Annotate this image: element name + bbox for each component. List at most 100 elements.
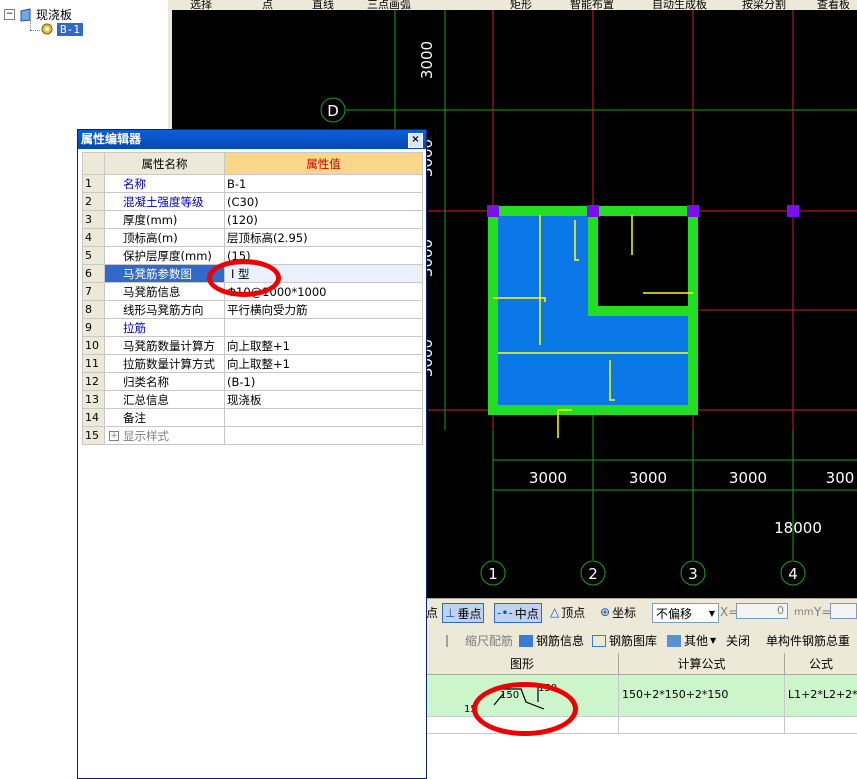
prop-value[interactable] — [224, 408, 423, 427]
snap-coord-button[interactable]: ⊕ 坐标 — [600, 603, 636, 621]
table-row[interactable]: 15 + 显示样式 — [82, 426, 423, 445]
panel-titlebar[interactable]: 属性编辑器 × — [78, 130, 426, 149]
snap-mid-button[interactable]: -•- 中点 — [494, 603, 542, 623]
collapse-icon[interactable]: − — [4, 9, 15, 20]
svg-text:3000: 3000 — [418, 41, 436, 79]
prop-value[interactable]: 层顶标高(2.95) — [224, 228, 423, 247]
col-header-formula[interactable]: 计算公式 — [619, 653, 785, 675]
rebar-toolbar: 缩尺配筋 钢筋信息 钢筋图库 其他 ▼ 关闭 单构件钢筋总重 — [426, 625, 857, 654]
gear-icon — [41, 23, 53, 35]
property-editor-panel: 属性编辑器 × 属性名称 属性值 1 名称 B-1 2 混凝土强度等级 (C30) 3厚… — [77, 129, 427, 779]
table-header: 属性名称 属性值 — [82, 152, 423, 175]
svg-text:3: 3 — [688, 565, 698, 583]
expand-icon[interactable]: + — [109, 431, 119, 441]
prop-name: 拉筋数量计算方式 — [104, 354, 225, 373]
empty-cell[interactable] — [619, 717, 785, 734]
svg-text:D: D — [327, 102, 339, 120]
x-input[interactable]: 0 — [736, 603, 788, 619]
cell-formula-desc[interactable]: L1+2*L2+2*L3 — [785, 675, 857, 717]
prop-name: 归类名称 — [104, 372, 225, 391]
property-table: 属性名称 属性值 1 名称 B-1 2 混凝土强度等级 (C30) 3 厚度(mm) (12… — [82, 152, 423, 445]
svg-text:18000: 18000 — [774, 519, 822, 537]
prop-value[interactable]: (C30) — [224, 192, 423, 211]
rebar-info-icon — [519, 634, 533, 647]
prop-name: 汇总信息 — [104, 390, 225, 409]
empty-cell[interactable] — [785, 717, 857, 734]
library-icon — [592, 634, 606, 647]
panel-title: 属性编辑器 — [81, 132, 142, 146]
other-menu-button[interactable]: 其他 ▼ — [667, 632, 716, 649]
table-row[interactable]: 14 备注 — [82, 408, 423, 427]
prop-name: 拉筋 — [104, 318, 225, 337]
dropdown-arrow-icon: ▼ — [708, 608, 715, 618]
svg-text:300: 300 — [826, 469, 855, 487]
col-header-name[interactable]: 属性名称 — [104, 152, 225, 175]
table-row[interactable]: 12 归类名称 (B-1) — [82, 372, 423, 391]
snap-toolbar: 点 ⊥ 垂点 -•- 中点 △ 顶点 ⊕ 坐标 不偏移 ▼ X= 0 mm Y= — [426, 598, 857, 625]
prop-name: 厚度(mm) — [104, 210, 225, 229]
prop-name: 名称 — [104, 174, 225, 193]
prop-name: 保护层厚度(mm) — [104, 246, 225, 265]
close-icon[interactable]: × — [408, 133, 423, 148]
table-row[interactable]: 1 名称 B-1 — [82, 174, 423, 193]
tree-child-label: B-1 — [57, 22, 83, 36]
rebar-info-button[interactable]: 钢筋信息 — [519, 632, 584, 649]
cell-formula[interactable]: 150+2*150+2*150 — [619, 675, 785, 717]
table-row[interactable]: 4 顶标高(m) 层顶标高(2.95) — [82, 228, 423, 247]
scale-rebar-button[interactable]: 缩尺配筋 — [446, 632, 513, 649]
axis-numbers: 1 2 3 4 — [480, 560, 806, 586]
table-row[interactable]: 2 混凝土强度等级 (C30) — [82, 192, 423, 211]
midpoint-icon: -•- — [497, 606, 513, 620]
axis-label-d: D — [320, 97, 346, 123]
perp-icon: ⊥ — [445, 606, 456, 620]
prop-value[interactable]: 向上取整+1 — [224, 354, 423, 373]
col-header-formula-desc[interactable]: 公式 — [785, 653, 857, 675]
rebar-library-button[interactable]: 钢筋图库 — [592, 632, 657, 649]
prop-value[interactable]: (B-1) — [224, 372, 423, 391]
tree-node-root[interactable]: − 现浇板 — [4, 6, 72, 23]
table-row[interactable]: 11 拉筋数量计算方式 向上取整+1 — [82, 354, 423, 373]
y-input[interactable] — [830, 603, 857, 619]
col-header-value[interactable]: 属性值 — [224, 152, 423, 175]
table-row[interactable]: 3 厚度(mm) (120) — [82, 210, 423, 229]
svg-text:3000: 3000 — [629, 469, 667, 487]
coord-icon: ⊕ — [600, 605, 611, 619]
red-highlight-ellipse — [472, 682, 578, 736]
snap-point-button[interactable]: 点 — [426, 603, 438, 621]
prop-value[interactable]: 平行横向受力筋 — [224, 300, 423, 319]
prop-name: 线形马凳筋方向 — [104, 300, 225, 319]
tree-node-b1[interactable]: B-1 — [40, 22, 83, 36]
unit-label: mm — [794, 606, 814, 618]
red-highlight-ellipse — [207, 259, 281, 297]
rebar-grid: 图形 计算公式 公式 150 150 15 150+2*150+2*150 L1… — [426, 653, 857, 779]
table-row[interactable]: 10 马凳筋数量计算方 向上取整+1 — [82, 336, 423, 355]
prop-value[interactable]: 现浇板 — [224, 390, 423, 409]
header-corner — [82, 152, 105, 175]
prop-value[interactable]: (120) — [224, 210, 423, 229]
prop-value[interactable]: B-1 — [224, 174, 423, 193]
vertex-icon: △ — [550, 605, 560, 619]
svg-text:2: 2 — [588, 565, 598, 583]
horizontal-dimensions: 3000 3000 3000 300 18000 — [529, 469, 854, 537]
table-row[interactable]: 9 拉筋 — [82, 318, 423, 337]
prop-name: 马凳筋信息 — [104, 282, 225, 301]
prop-value[interactable]: 向上取整+1 — [224, 336, 423, 355]
y-label: Y= — [814, 605, 832, 619]
svg-text:4: 4 — [788, 565, 798, 583]
total-weight-button[interactable]: 单构件钢筋总重 — [766, 632, 850, 649]
snap-perp-button[interactable]: ⊥ 垂点 — [442, 603, 485, 623]
table-row[interactable]: 13 汇总信息 现浇板 — [82, 390, 423, 409]
table-row[interactable]: 8 线形马凳筋方向 平行横向受力筋 — [82, 300, 423, 319]
prop-value[interactable] — [224, 318, 423, 337]
offset-select[interactable]: 不偏移 ▼ — [652, 603, 719, 623]
prop-name: 马凳筋数量计算方 — [104, 336, 225, 355]
svg-text:3000: 3000 — [529, 469, 567, 487]
svg-text:1: 1 — [488, 565, 498, 583]
prop-name-expandable[interactable]: + 显示样式 — [104, 426, 225, 445]
snap-vertex-button[interactable]: △ 顶点 — [550, 603, 585, 621]
col-header-shape[interactable]: 图形 — [426, 653, 619, 675]
prop-name: 顶标高(m) — [104, 228, 225, 247]
prop-value[interactable] — [224, 426, 423, 445]
close-button[interactable]: 关闭 — [726, 632, 750, 649]
tree-root-label: 现浇板 — [36, 8, 73, 22]
